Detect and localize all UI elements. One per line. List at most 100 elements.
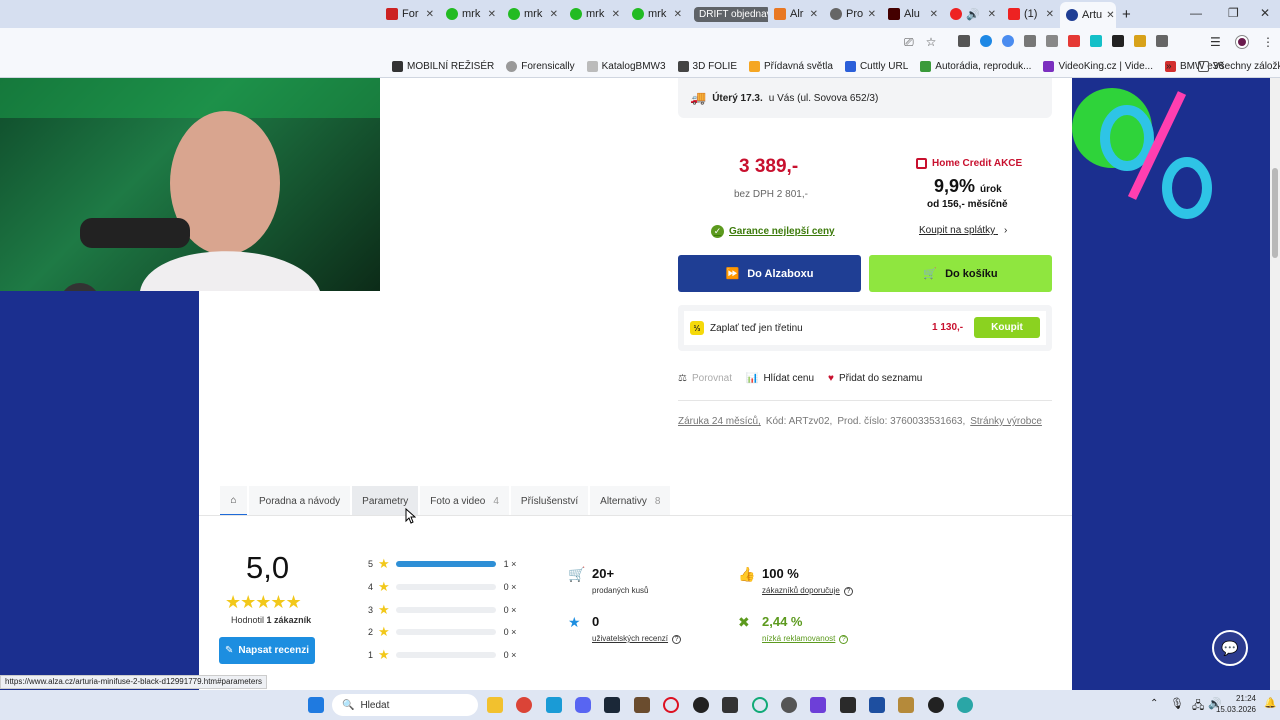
help-icon[interactable]: ?	[672, 635, 682, 644]
browser-tab-active[interactable]: Artu ✕	[1060, 2, 1116, 28]
tab-home[interactable]: ⌂	[220, 486, 247, 516]
close-tab-icon[interactable]: ✕	[988, 9, 996, 20]
browser-tab[interactable]: (1) ✕	[1002, 3, 1060, 25]
compare-button[interactable]: ⚖ Porovnat	[678, 373, 732, 384]
app-icon[interactable]	[840, 697, 856, 713]
reading-list-icon[interactable]: ☰	[1210, 35, 1221, 49]
opera-icon[interactable]	[663, 697, 679, 713]
app-icon[interactable]	[957, 697, 973, 713]
file-explorer-icon[interactable]	[487, 697, 503, 713]
bookmark-item[interactable]: 3D FOLIE	[677, 61, 737, 72]
chrome-icon[interactable]	[516, 697, 532, 713]
tab-advice[interactable]: Poradna a návody	[249, 486, 351, 516]
browser-tab[interactable]: mrk ✕	[626, 3, 688, 25]
maker-pages-link[interactable]: Stránky výrobce	[970, 416, 1042, 427]
network-icon[interactable]: 🖧	[1192, 697, 1204, 716]
tab-favicon-icon	[830, 8, 842, 20]
close-tab-icon[interactable]: ✕	[426, 9, 434, 20]
tab-accessories[interactable]: Příslušenství	[510, 486, 589, 516]
scrollbar-thumb[interactable]	[1272, 168, 1278, 258]
close-tab-icon[interactable]: ✕	[674, 9, 682, 20]
discord-icon[interactable]	[575, 697, 591, 713]
bookmark-item[interactable]: Autorádia, reproduk...	[920, 61, 1031, 72]
buy-third-button[interactable]: Koupit	[974, 317, 1040, 338]
warranty-link[interactable]: Záruka 24 měsíců,	[678, 416, 761, 427]
browser-tab[interactable]: Alu ✕	[882, 3, 944, 25]
write-review-button[interactable]: ✎ Napsat recenzi	[219, 637, 315, 664]
alzabox-button[interactable]: ⏩ Do Alzaboxu	[678, 255, 861, 292]
chatgpt-icon[interactable]	[693, 697, 709, 713]
close-window-icon[interactable]: ✕	[1260, 6, 1270, 20]
browser-tab-group[interactable]: DRIFT objednavky	[688, 3, 768, 25]
taskbar-search[interactable]: 🔍 Hledat	[332, 694, 478, 716]
minimize-icon[interactable]: —	[1190, 6, 1202, 20]
extension-icon[interactable]	[1046, 35, 1058, 47]
app-icon[interactable]	[810, 697, 826, 713]
notification-icon[interactable]: 🔔	[1264, 698, 1276, 709]
add-to-cart-button[interactable]: 🛒 Do košíku	[869, 255, 1052, 292]
extension-icon[interactable]	[1002, 35, 1014, 47]
browser-tab[interactable]: mrk ✕	[440, 3, 502, 25]
app-icon[interactable]	[546, 697, 562, 713]
browser-tab[interactable]: Alr ✕	[768, 3, 824, 25]
promo-banner[interactable]	[1072, 78, 1280, 308]
app-icon[interactable]	[781, 697, 797, 713]
app-icon[interactable]	[752, 697, 768, 713]
bookmark-item[interactable]: VideoKing.cz | Vide...	[1043, 61, 1153, 72]
close-tab-icon[interactable]: ✕	[930, 9, 938, 20]
cast-icon[interactable]: ⎚	[904, 35, 914, 50]
close-tab-icon[interactable]: ✕	[868, 9, 876, 20]
taskbar-clock[interactable]: 21:24 15.03.2026	[1216, 693, 1256, 715]
app-icon[interactable]	[898, 697, 914, 713]
bookmark-item[interactable]: Přídavná světla	[749, 61, 833, 72]
extension-icon[interactable]	[1068, 35, 1080, 47]
close-tab-icon[interactable]: ✕	[612, 9, 620, 20]
tab-alternatives[interactable]: Alternativy 8	[590, 486, 671, 516]
windows-start-icon[interactable]	[308, 697, 324, 713]
extension-icon[interactable]	[1112, 35, 1124, 47]
microphone-icon[interactable]: 🎙	[1170, 697, 1184, 710]
bookmark-item[interactable]: Forensically	[506, 61, 575, 72]
steam-icon[interactable]	[604, 697, 620, 713]
browser-tab[interactable]: mrk ✕	[502, 3, 564, 25]
bookmark-item[interactable]: MOBILNÍ REŽISÉR	[392, 61, 494, 72]
page-scrollbar[interactable]	[1270, 78, 1280, 690]
bookmark-star-icon[interactable]: ☆	[926, 35, 937, 50]
all-bookmarks-folder[interactable]: Všechny záložky	[1198, 61, 1280, 72]
help-icon[interactable]: ?	[839, 635, 849, 644]
chat-button[interactable]: 💬	[1212, 630, 1248, 666]
epic-games-icon[interactable]	[722, 697, 738, 713]
close-tab-icon[interactable]: ✕	[810, 9, 818, 20]
browser-tab[interactable]: Pro ✕	[824, 3, 882, 25]
extension-icon[interactable]	[1134, 35, 1146, 47]
extension-icon[interactable]	[1090, 35, 1102, 47]
close-tab-icon[interactable]: ✕	[550, 9, 558, 20]
close-tab-icon[interactable]: ✕	[1046, 9, 1054, 20]
close-tab-icon[interactable]: ✕	[1106, 10, 1114, 21]
watch-price-button[interactable]: 📊 Hlídat cenu	[746, 373, 814, 384]
close-tab-icon[interactable]: ✕	[488, 9, 496, 20]
tray-chevron-icon[interactable]: ⌃	[1150, 698, 1158, 709]
more-bookmarks-icon[interactable]: »	[1166, 61, 1172, 72]
browser-tab[interactable]: 🔊 ✕	[944, 3, 1002, 25]
extension-icon[interactable]	[958, 35, 970, 47]
add-to-list-button[interactable]: ♥ Přidat do seznamu	[828, 373, 922, 384]
browser-tab[interactable]: For ✕	[380, 3, 440, 25]
bookmark-item[interactable]: KatalogBMW3	[586, 61, 666, 72]
extension-icon[interactable]	[980, 35, 992, 47]
browser-menu-icon[interactable]: ⋮	[1262, 35, 1274, 49]
profile-avatar[interactable]	[1235, 35, 1249, 49]
price-guarantee-link[interactable]: ✓ Garance nejlepší ceny	[711, 225, 835, 238]
new-tab-button[interactable]: +	[1116, 3, 1140, 25]
installments-link[interactable]: Koupit na splátky ›	[919, 225, 1007, 236]
app-icon[interactable]	[634, 697, 650, 713]
extension-icon[interactable]	[1024, 35, 1036, 47]
help-icon[interactable]: ?	[843, 587, 853, 596]
browser-tab[interactable]: mrk ✕	[564, 3, 626, 25]
maximize-icon[interactable]: ❐	[1228, 6, 1239, 20]
tab-photo-video[interactable]: Foto a video 4	[420, 486, 509, 516]
bookmark-item[interactable]: Cuttly URL	[844, 61, 908, 72]
app-icon[interactable]	[869, 697, 885, 713]
extensions-puzzle-icon[interactable]	[1156, 35, 1168, 47]
obs-icon[interactable]	[928, 697, 944, 713]
